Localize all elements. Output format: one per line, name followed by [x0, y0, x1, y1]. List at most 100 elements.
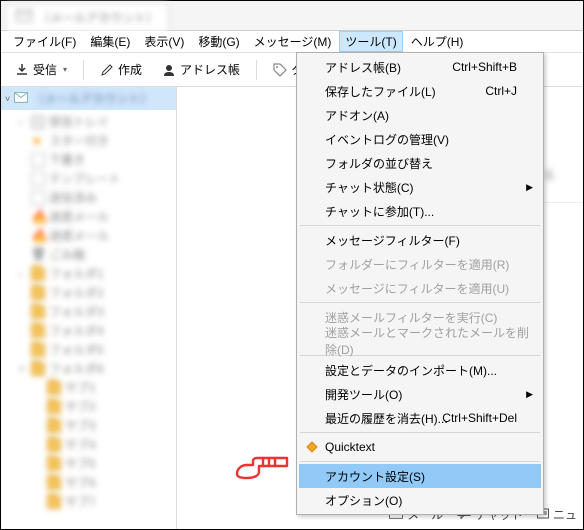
menu-item-label: アドレス帳(B) [325, 59, 401, 76]
twisty-icon: ˅ [19, 364, 27, 374]
menu-help[interactable]: ヘルプ(H) [405, 31, 470, 52]
menu-separator [300, 461, 540, 462]
menu-item[interactable]: アドオン(A) [299, 103, 541, 127]
tree-label: フォルダ3 [49, 303, 104, 320]
tree-row[interactable]: ★ スター付き [1, 131, 176, 150]
tree-label: フォルダ5 [49, 341, 104, 358]
folder-icon [47, 419, 61, 433]
tab-active[interactable]: （メールアカウント） [5, 3, 169, 31]
tree-row[interactable]: サブ4 [1, 435, 176, 454]
tag-icon [273, 63, 287, 77]
trash-icon: 🗑 [31, 248, 45, 262]
menu-item[interactable]: フォルダの並び替え [299, 151, 541, 175]
inbox-icon [31, 115, 45, 129]
tree-row[interactable]: フォルダ5 [1, 340, 176, 359]
menu-item[interactable]: チャット状態(C)▶ [299, 175, 541, 199]
menu-item[interactable]: アドレス帳(B) Ctrl+Shift+B [299, 55, 541, 79]
folder-icon [47, 457, 61, 471]
menu-message[interactable]: メッセージ(M) [248, 31, 338, 52]
folder-icon [47, 400, 61, 414]
folder-icon [31, 343, 45, 357]
tree-row[interactable]: 🔥迷惑メール [1, 226, 176, 245]
tree-row[interactable]: サブ1 [1, 378, 176, 397]
download-icon [15, 63, 29, 77]
menu-item[interactable]: 設定とデータのインポート(M)... [299, 358, 541, 382]
menu-item[interactable]: メッセージフィルター(F) [299, 228, 541, 252]
menu-item-label: 設定とデータのインポート(M)... [325, 362, 497, 379]
mail-icon [14, 92, 28, 106]
compose-icon [100, 63, 114, 77]
menu-item-label: 保存したファイル(L) [325, 83, 436, 100]
account-row[interactable]: ˅ （メールアカウント） [1, 87, 176, 110]
menu-tools[interactable]: ツール(T) [339, 31, 402, 52]
tree-label: 下書き [49, 151, 85, 168]
menu-shortcut: Ctrl+J [485, 84, 517, 98]
address-book-button[interactable]: アドレス帳 [156, 58, 246, 81]
menu-bar: ファイル(F) 編集(E) 表示(V) 移動(G) メッセージ(M) ツール(T… [1, 31, 583, 53]
menu-shortcut: Ctrl+Shift+Del [442, 411, 517, 425]
tree-row[interactable]: 🔥迷惑メール [1, 207, 176, 226]
menu-item-label: 最近の履歴を消去(H)... [325, 410, 448, 427]
news-tab-label: ニュ [553, 506, 577, 523]
tree-row[interactable]: 下書き [1, 150, 176, 169]
menu-item-label: チャット状態(C) [325, 179, 414, 196]
star-icon: ★ [31, 134, 45, 148]
tree-row[interactable]: ›受信トレイ [1, 112, 176, 131]
tree-row[interactable]: サブ6 [1, 473, 176, 492]
tree-row[interactable]: サブ2 [1, 397, 176, 416]
menu-file[interactable]: ファイル(F) [7, 31, 82, 52]
tree-row[interactable]: サブ7 [1, 492, 176, 511]
folder-icon [31, 267, 45, 281]
tab-bar: （メールアカウント） [1, 1, 583, 31]
menu-item[interactable]: オプション(O) [299, 488, 541, 512]
menu-item-label: メッセージにフィルターを適用(U) [325, 280, 509, 297]
tree-label: 送信済み [49, 189, 97, 206]
tree-row[interactable]: 🗑ごみ箱 [1, 245, 176, 264]
tree-label: テンプレート [49, 170, 121, 187]
folder-tree: ˅ （メールアカウント） ›受信トレイ★スター付き下書きテンプレート送信済み🔥迷… [1, 87, 177, 529]
menu-item[interactable]: アカウント設定(S) [299, 464, 541, 488]
menu-item[interactable]: 開発ツール(O)▶ [299, 382, 541, 406]
menu-view[interactable]: 表示(V) [138, 31, 190, 52]
menu-item-label: 迷惑メールとマークされたメールを削除(D) [325, 324, 533, 358]
menu-item-label: アドオン(A) [325, 107, 389, 124]
junk-icon: 🔥 [31, 229, 45, 243]
menu-shortcut: Ctrl+Shift+B [452, 60, 517, 74]
tree-label: フォルダ1 [49, 265, 104, 282]
menu-item-label: 迷惑メールフィルターを実行(C) [325, 309, 497, 326]
sent-icon [31, 191, 45, 205]
tree-row[interactable]: フォルダ2 [1, 283, 176, 302]
tree-row[interactable]: サブ3 [1, 416, 176, 435]
tree-label: サブ1 [65, 379, 96, 396]
menu-edit[interactable]: 編集(E) [84, 31, 136, 52]
menu-go[interactable]: 移動(G) [192, 31, 245, 52]
receive-label: 受信 [33, 61, 57, 78]
menu-item-label: オプション(O) [325, 492, 402, 509]
compose-button[interactable]: 作成 [94, 58, 148, 81]
menu-item[interactable]: Quicktext [299, 435, 541, 459]
tree-row[interactable]: ˅フォルダ6 [1, 359, 176, 378]
menu-item[interactable]: チャットに参加(T)... [299, 199, 541, 223]
menu-separator [300, 302, 540, 303]
tree-row[interactable]: テンプレート [1, 169, 176, 188]
tree-row[interactable]: ›フォルダ1 [1, 264, 176, 283]
compose-label: 作成 [118, 61, 142, 78]
folder-icon [31, 286, 45, 300]
folder-icon [47, 381, 61, 395]
receive-button[interactable]: 受信 ▾ [9, 58, 73, 81]
menu-item[interactable]: イベントログの管理(V) [299, 127, 541, 151]
menu-item[interactable]: 最近の履歴を消去(H)...Ctrl+Shift+Del [299, 406, 541, 430]
separator [83, 60, 84, 80]
folder-icon [31, 362, 45, 376]
tree-row[interactable]: フォルダ3 [1, 302, 176, 321]
menu-item-label: チャットに参加(T)... [325, 203, 434, 220]
tree-row[interactable]: サブ5 [1, 454, 176, 473]
submenu-arrow-icon: ▶ [526, 389, 533, 400]
folder-icon [31, 305, 45, 319]
tree-row[interactable]: 送信済み [1, 188, 176, 207]
tree-label: スター付き [49, 132, 109, 149]
tree-row[interactable]: フォルダ4 [1, 321, 176, 340]
menu-item[interactable]: 保存したファイル(L) Ctrl+J [299, 79, 541, 103]
tree-label: サブ5 [65, 455, 96, 472]
tree-label: サブ3 [65, 417, 96, 434]
